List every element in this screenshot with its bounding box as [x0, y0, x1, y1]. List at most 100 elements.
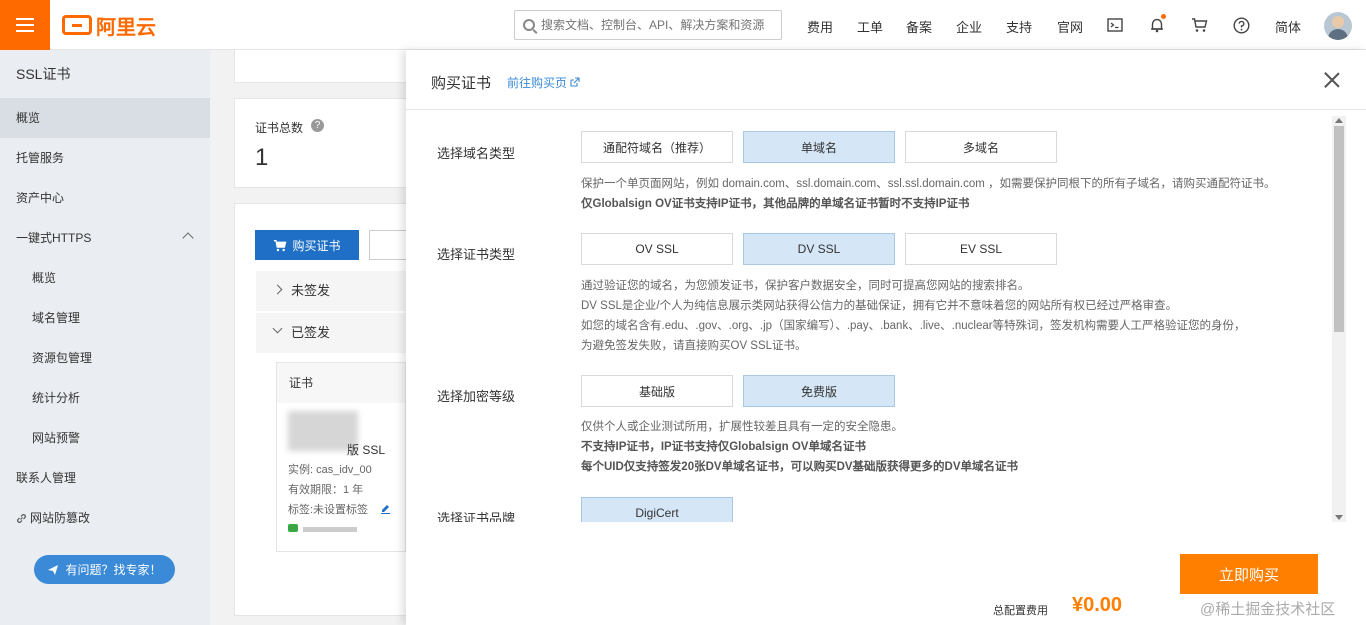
cert-tags: 标签:未设置标签: [288, 504, 369, 516]
scroll-down-icon[interactable]: [1335, 515, 1343, 520]
desc-line: 仅供个人或企业测试所用，扩展性较差且具有一定的安全隐患。: [581, 421, 903, 433]
sidebar-item-hosted[interactable]: 托管服务: [0, 138, 210, 178]
sidebar-item-contacts[interactable]: 联系人管理: [0, 458, 210, 498]
ask-expert-button[interactable]: 有问题？找专家！: [34, 555, 175, 584]
info-icon: ?: [311, 119, 324, 132]
nav-ticket[interactable]: 工单: [857, 17, 883, 36]
encryption-level-desc: 仅供个人或企业测试所用，扩展性较差且具有一定的安全隐患。 不支持IP证书，IP证…: [581, 417, 1018, 477]
nav-support[interactable]: 支持: [1006, 17, 1032, 36]
cert-instance: 实例: cas_idv_00: [288, 464, 372, 476]
search-icon: [523, 19, 535, 31]
goto-purchase-label: 前往购买页: [507, 76, 568, 90]
cert-total-value: 1: [255, 144, 269, 171]
external-link-icon: [570, 77, 580, 87]
unissued-row[interactable]: 未签发: [256, 271, 406, 311]
drawer-scrollbar[interactable]: [1332, 116, 1346, 522]
edit-icon[interactable]: [380, 503, 391, 514]
top-bar: 阿里云 费用 工单 备案 企业 支持 官网 简体: [0, 0, 1366, 50]
cert-validity: 有效期限：1 年: [288, 484, 364, 496]
aliyun-logo[interactable]: 阿里云: [62, 13, 156, 39]
logo-text: 阿里云: [96, 16, 156, 39]
desc-line: 每个UID仅支持签发20张DV单域名证书，可以购买DV基础版获得更多的DV单域名…: [581, 461, 1019, 473]
sidebar-item-assets[interactable]: 资产中心: [0, 178, 210, 218]
search-input[interactable]: [541, 18, 771, 32]
sidebar: SSL证书 概览 托管服务 资产中心 一键式HTTPS 概览 域名管理 资源包管…: [0, 50, 210, 625]
sidebar-subitem-packages[interactable]: 资源包管理: [0, 338, 210, 378]
option-free[interactable]: 免费版: [743, 375, 895, 407]
option-dv-ssl[interactable]: DV SSL: [743, 233, 895, 265]
upload-cert-button[interactable]: [369, 230, 409, 260]
language-switch[interactable]: 简体: [1275, 17, 1301, 36]
cert-table: 证书 版 SSL 实例: cas_idv_00 有效期限：1 年 标签:未设置标…: [276, 362, 406, 552]
nav-official[interactable]: 官网: [1057, 17, 1083, 36]
desc-line: DV SSL是企业/个人为纯信息展示类网站获得公信力的基础保证，拥有它并不意味着…: [581, 300, 1178, 312]
sidebar-item-one-click-https[interactable]: 一键式HTTPS: [0, 218, 210, 258]
option-single-domain[interactable]: 单域名: [743, 131, 895, 163]
notification-dot: [1161, 14, 1166, 19]
chevron-up-icon: [182, 232, 194, 244]
close-icon[interactable]: [1324, 72, 1340, 88]
option-basic[interactable]: 基础版: [581, 375, 733, 407]
progress-track: [303, 527, 358, 532]
domain-type-label: 选择域名类型: [437, 146, 516, 161]
top-card: [234, 50, 414, 83]
buy-now-button[interactable]: 立即购买: [1180, 554, 1318, 594]
cert-type-desc: 通过验证您的域名，为您颁发证书，保护客户数据安全，同时可提高您网站的搜索排名。 …: [581, 276, 1246, 356]
shield-icon: [288, 524, 298, 532]
total-cost-value: ¥0.00: [1072, 594, 1123, 616]
chevron-right-icon: [272, 284, 283, 295]
cart-icon[interactable]: [1189, 15, 1209, 35]
encryption-level-label: 选择加密等级: [437, 389, 516, 404]
nav-fee[interactable]: 费用: [807, 17, 833, 36]
unissued-label: 未签发: [291, 283, 331, 298]
logo-mark: [62, 15, 92, 35]
sidebar-subitem-alerts[interactable]: 网站预警: [0, 418, 210, 458]
scroll-up-icon[interactable]: [1335, 118, 1343, 123]
total-cost-label: 总配置费用: [993, 605, 1048, 617]
issued-row[interactable]: 已签发: [256, 313, 406, 353]
option-ev-ssl[interactable]: EV SSL: [905, 233, 1057, 265]
cert-total-label: 证书总数: [255, 121, 304, 135]
sidebar-subitem-stats[interactable]: 统计分析: [0, 378, 210, 418]
option-multi-domain[interactable]: 多域名: [905, 131, 1057, 163]
sidebar-subitem-domains[interactable]: 域名管理: [0, 298, 210, 338]
sidebar-item-label: 网站防篡改: [30, 511, 91, 525]
table-header: 证书: [277, 363, 405, 403]
option-wildcard[interactable]: 通配符域名（推荐）: [581, 131, 733, 163]
menu-icon[interactable]: [0, 0, 50, 50]
sidebar-item-tamper-proof[interactable]: 网站防篡改: [0, 498, 210, 538]
option-ov-ssl[interactable]: OV SSL: [581, 233, 733, 265]
desc-line: 保护一个单页面网站，例如 domain.com、ssl.domain.com、s…: [581, 178, 1276, 190]
search-box[interactable]: [514, 10, 782, 40]
drawer-title: 购买证书: [431, 75, 492, 92]
chevron-down-icon: [272, 323, 283, 334]
goto-purchase-link[interactable]: 前往购买页: [507, 74, 580, 91]
cert-type-label: 选择证书类型: [437, 247, 516, 262]
desc-line: 仅Globalsign OV证书支持IP证书，其他品牌的单域名证书暂时不支持IP…: [581, 198, 970, 210]
link-icon: [17, 514, 26, 523]
help-icon[interactable]: [1231, 15, 1251, 35]
bell-icon[interactable]: [1147, 14, 1167, 35]
cert-total-card: 证书总数 ? 1: [234, 98, 414, 188]
ask-expert-label: 有问题？找专家！: [65, 563, 162, 577]
user-avatar[interactable]: [1324, 12, 1352, 40]
sidebar-subitem-overview[interactable]: 概览: [0, 258, 210, 298]
send-icon: [48, 564, 59, 575]
watermark: @稀土掘金技术社区: [1200, 601, 1336, 618]
sidebar-title: SSL证书: [16, 66, 71, 82]
sidebar-item-label: 一键式HTTPS: [16, 231, 92, 245]
sidebar-item-overview[interactable]: 概览: [0, 98, 210, 138]
desc-line: 如您的域名含有.edu、.gov、.org、.jp（国家编写）、.pay、.ba…: [581, 320, 1246, 332]
cart-icon: [274, 239, 287, 251]
nav-enterprise[interactable]: 企业: [956, 17, 982, 36]
status-bar: [288, 521, 368, 532]
desc-line: 通过验证您的域名，为您颁发证书，保护客户数据安全，同时可提高您网站的搜索排名。: [581, 280, 1030, 292]
issued-label: 已签发: [291, 325, 331, 340]
domain-type-desc: 保护一个单页面网站，例如 domain.com、ssl.domain.com、s…: [581, 174, 1276, 214]
scroll-thumb[interactable]: [1334, 126, 1344, 332]
buy-cert-button[interactable]: 购买证书: [255, 230, 359, 260]
desc-line: 为避免签发失败，请直接购买OV SSL证书。: [581, 340, 807, 352]
nav-icp[interactable]: 备案: [906, 17, 932, 36]
cert-type: 版 SSL: [347, 443, 386, 457]
terminal-icon[interactable]: [1105, 15, 1125, 35]
